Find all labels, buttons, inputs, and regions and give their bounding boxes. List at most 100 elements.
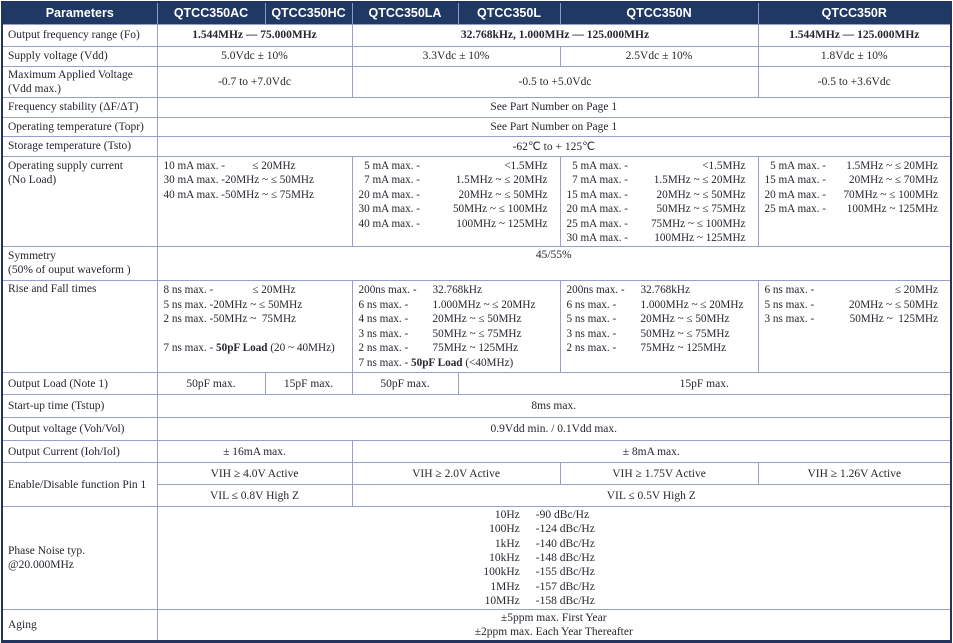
spec-line: 3 ns max. -50MHz ~ ≤ 75MHz: [359, 327, 548, 342]
spec-table: Parameters QTCC350AC QTCC350HC QTCC350LA…: [1, 1, 952, 643]
phase-noise-point: 10MHz-158 dBc/Hz: [468, 594, 640, 608]
aging-line: ±2ppm max. Each Year Thereafter: [163, 625, 946, 639]
param-label: Output Current (Ioh/Iol): [2, 441, 157, 463]
spec-line: 30 mA max. -50MHz ~ ≤ 100MHz: [359, 202, 548, 217]
spec-line: 5 ns max. -20MHz ~ ≤ 50MHz: [765, 298, 939, 313]
value-cell: 45/55%: [157, 247, 951, 281]
value-cell: 1.544MHz — 125.000MHz: [758, 24, 951, 46]
row-startup-time: Start-up time (Tstup) 8ms max.: [2, 395, 951, 418]
value-cell: 15pF max.: [458, 373, 951, 395]
spec-line: 4 ns max. -20MHz ~ ≤ 50MHz: [359, 312, 548, 327]
spec-line: 40 mA max. -50MHz ~ ≤ 75MHz: [164, 188, 346, 203]
row-phase-noise: Phase Noise typ. @20.000MHz 10Hz-90 dBc/…: [2, 507, 951, 610]
spec-line: 8 ns max. -≤ 20MHz: [164, 283, 346, 298]
param-label: Start-up time (Tstup): [2, 395, 157, 418]
phase-noise-point: 100Hz-124 dBc/Hz: [468, 522, 640, 536]
value-cell: VIL ≤ 0.5V High Z: [352, 485, 951, 507]
value-cell: 3.3Vdc ± 10%: [352, 46, 560, 66]
spec-line: 2 ns max. -75MHz ~ 125MHz: [567, 341, 746, 356]
spec-line-load: 7 ns max. - 50pF Load (20 ~ 40MHz): [164, 341, 346, 356]
value-cell: 1.544MHz — 75.000MHz: [157, 24, 352, 46]
param-label: Supply voltage (Vdd): [2, 46, 157, 66]
value-cell: 5 mA max. -1.5MHz ~ ≤ 20MHz 15 mA max. -…: [758, 156, 951, 247]
spec-line: 2 ns max. -50MHz ~ 75MHz: [164, 312, 346, 327]
value-cell: VIH ≥ 2.0V Active: [352, 463, 560, 485]
spec-line: 3 ns max. -50MHz ~ 125MHz: [765, 312, 939, 327]
row-storage-temperature: Storage temperature (Tsto) -62℃ to + 125…: [2, 136, 951, 156]
param-label-line: (No Load): [8, 173, 152, 187]
value-cell: ± 8mA max.: [352, 441, 951, 463]
phase-noise-list: 10Hz-90 dBc/Hz 100Hz-124 dBc/Hz 1kHz-140…: [468, 508, 640, 608]
value-cell: 8ms max.: [157, 395, 951, 418]
row-operating-temperature: Operating temperature (Topr) See Part Nu…: [2, 117, 951, 136]
value-cell: 50pF max.: [352, 373, 458, 395]
phase-noise-point: 10Hz-90 dBc/Hz: [468, 508, 640, 522]
row-symmetry: Symmetry (50% of ouput waveform ) 45/55%: [2, 247, 951, 281]
param-label: Aging: [2, 610, 157, 642]
phase-noise-point: 1MHz-157 dBc/Hz: [468, 580, 640, 594]
spec-line: 7 mA max. -1.5MHz ~ ≤ 20MHz: [359, 173, 548, 188]
col-header-qtcc350n: QTCC350N: [560, 2, 758, 24]
spec-line: 200ns max. -32.768kHz: [359, 283, 548, 298]
value-cell: 10Hz-90 dBc/Hz 100Hz-124 dBc/Hz 1kHz-140…: [157, 507, 951, 610]
value-cell: -62℃ to + 125℃: [157, 136, 951, 156]
spec-line: 2 ns max. -75MHz ~ 125MHz: [359, 341, 548, 356]
value-cell: 6 ns max. -≤ 20MHz 5 ns max. -20MHz ~ ≤ …: [758, 281, 951, 373]
param-label: Maximum Applied Voltage (Vdd max.): [2, 66, 157, 97]
param-label-line: Symmetry: [8, 249, 152, 263]
col-header-qtcc350la: QTCC350LA: [352, 2, 458, 24]
param-label: Rise and Fall times: [2, 281, 157, 373]
spec-line: 5 mA max. -<1.5MHz: [567, 159, 746, 174]
spec-line: 6 ns max. -1.000MHz ~ ≤ 20MHz: [359, 298, 548, 313]
row-supply-voltage: Supply voltage (Vdd) 5.0Vdc ± 10% 3.3Vdc…: [2, 46, 951, 66]
spec-line: 3 ns max. -50MHz ~ ≤ 75MHz: [567, 327, 746, 342]
spec-line: 15 mA max. -20MHz ~ ≤ 50MHz: [567, 188, 746, 203]
value-cell: ± 16mA max.: [157, 441, 352, 463]
value-cell: VIH ≥ 4.0V Active: [157, 463, 352, 485]
spec-line: 20 mA max. -70MHz ~ ≤ 100MHz: [765, 188, 939, 203]
param-label: Operating temperature (Topr): [2, 117, 157, 136]
value-cell: -0.5 to +5.0Vdc: [352, 66, 758, 97]
spec-line: 6 ns max. -1.000MHz ~ ≤ 20MHz: [567, 298, 746, 313]
phase-noise-point: 100kHz-155 dBc/Hz: [468, 565, 640, 579]
row-output-load: Output Load (Note 1) 50pF max. 15pF max.…: [2, 373, 951, 395]
value-cell: VIH ≥ 1.26V Active: [758, 463, 951, 485]
param-label-line: @20.000MHz: [8, 558, 152, 572]
value-cell: ±5ppm max. First Year ±2ppm max. Each Ye…: [157, 610, 951, 642]
value-cell: 1.8Vdc ± 10%: [758, 46, 951, 66]
value-cell: See Part Number on Page 1: [157, 97, 951, 117]
param-label-line: Maximum Applied Voltage: [8, 68, 152, 82]
col-header-qtcc350r: QTCC350R: [758, 2, 951, 24]
row-aging: Aging ±5ppm max. First Year ±2ppm max. E…: [2, 610, 951, 642]
spec-line: 6 ns max. -≤ 20MHz: [765, 283, 939, 298]
page: Parameters QTCC350AC QTCC350HC QTCC350LA…: [0, 0, 953, 631]
value-cell: See Part Number on Page 1: [157, 117, 951, 136]
row-maximum-applied-voltage: Maximum Applied Voltage (Vdd max.) -0.7 …: [2, 66, 951, 97]
spacer-line: [164, 327, 346, 342]
value-cell: 5.0Vdc ± 10%: [157, 46, 352, 66]
spec-line: 5 mA max. -<1.5MHz: [359, 159, 548, 174]
row-operating-supply-current: Operating supply current (No Load) 10 mA…: [2, 156, 951, 247]
spec-line: 25 mA max. -100MHz ~ 125MHz: [765, 202, 939, 217]
aging-line: ±5ppm max. First Year: [163, 611, 946, 625]
spec-line: 200ns max. -32.768kHz: [567, 283, 746, 298]
value-cell: 15pF max.: [265, 373, 352, 395]
value-cell: 50pF max.: [157, 373, 265, 395]
value-cell: 200ns max. -32.768kHz 6 ns max. -1.000MH…: [352, 281, 560, 373]
row-frequency-stability: Frequency stability (ΔF/ΔT) See Part Num…: [2, 97, 951, 117]
spec-line: 20 mA max. -20MHz ~ ≤ 50MHz: [359, 188, 548, 203]
param-label: Storage temperature (Tsto): [2, 136, 157, 156]
value-cell: 10 mA max. -≤ 20MHz 30 mA max. -20MHz ~ …: [157, 156, 352, 247]
value-cell: 2.5Vdc ± 10%: [560, 46, 758, 66]
param-label: Operating supply current (No Load): [2, 156, 157, 247]
row-rise-and-fall-times: Rise and Fall times 8 ns max. -≤ 20MHz 5…: [2, 281, 951, 373]
spec-line: 25 mA max. -75MHz ~ ≤ 100MHz: [567, 217, 746, 232]
param-label: Enable/Disable function Pin 1: [2, 463, 157, 507]
spec-line: 5 ns max. -20MHz ~ ≤ 50MHz: [164, 298, 346, 313]
phase-noise-point: 1kHz-140 dBc/Hz: [468, 537, 640, 551]
col-header-qtcc350ac: QTCC350AC: [157, 2, 265, 24]
value-cell: 5 mA max. -<1.5MHz 7 mA max. -1.5MHz ~ ≤…: [352, 156, 560, 247]
spec-line: 40 mA max. -100MHz ~ 125MHz: [359, 217, 548, 232]
col-header-qtcc350l: QTCC350L: [458, 2, 560, 24]
value-cell: 5 mA max. -<1.5MHz 7 mA max. -1.5MHz ~ ≤…: [560, 156, 758, 247]
